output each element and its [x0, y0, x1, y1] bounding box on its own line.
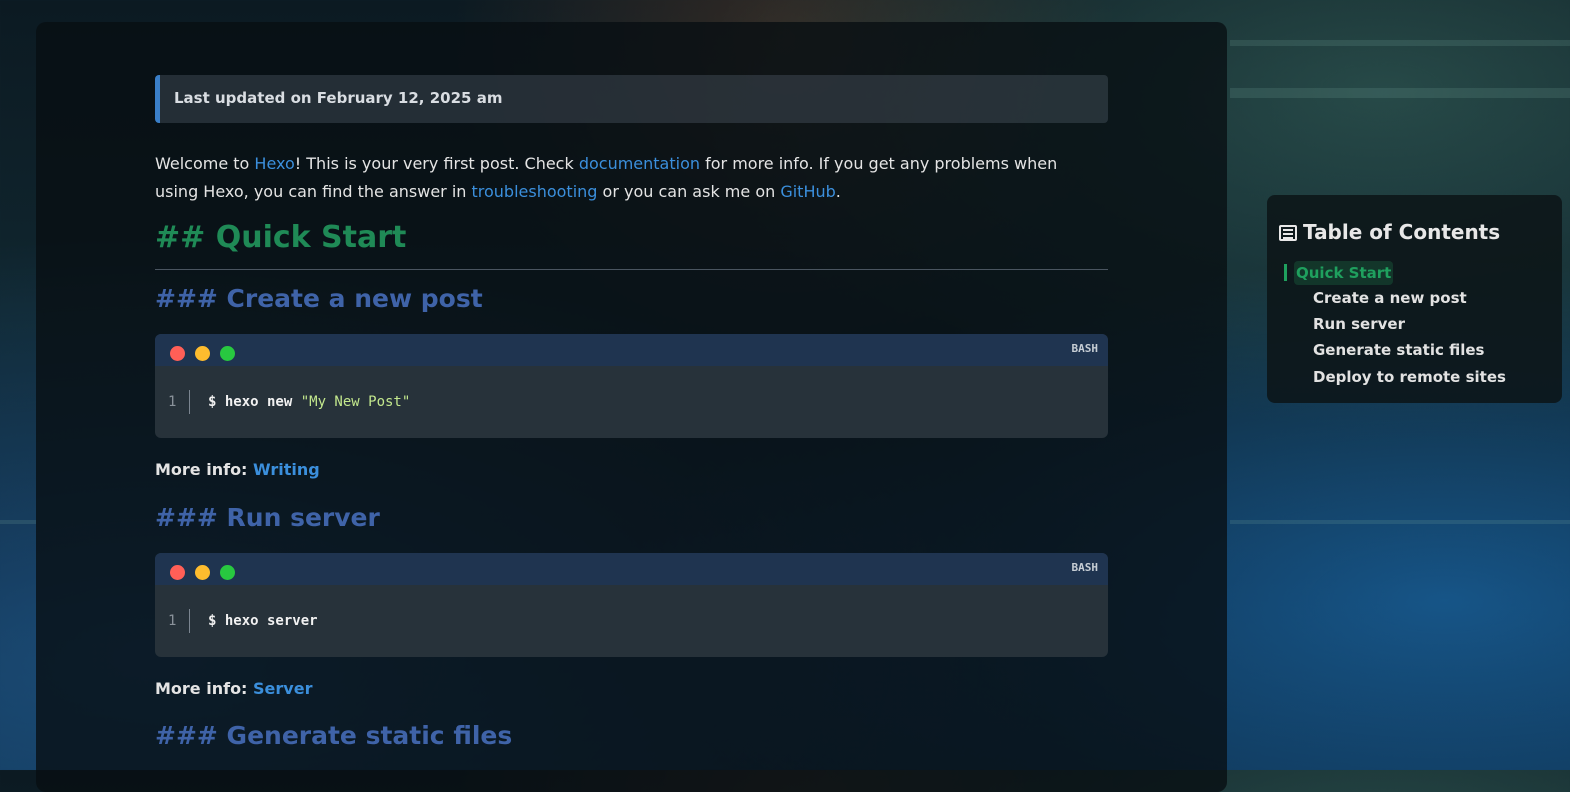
- expand-dot-icon[interactable]: [220, 346, 235, 361]
- minimize-dot-icon: [195, 565, 210, 580]
- heading-divider: [155, 269, 1108, 270]
- close-dot-icon: [170, 346, 185, 361]
- writing-link[interactable]: Writing: [253, 460, 320, 479]
- table-of-contents: Table of Contents Quick Start Create a n…: [1267, 195, 1562, 403]
- toc-item-deploy[interactable]: Deploy to remote sites: [1313, 368, 1506, 386]
- toc-item-run-server[interactable]: Run server: [1313, 315, 1405, 333]
- hexo-link[interactable]: Hexo: [254, 154, 294, 173]
- troubleshooting-link[interactable]: troubleshooting: [472, 182, 598, 201]
- minimize-dot-icon: [195, 346, 210, 361]
- heading-quick-start: ## Quick Start: [155, 220, 407, 255]
- line-number: 1: [168, 394, 177, 410]
- github-link[interactable]: GitHub: [780, 182, 835, 201]
- heading-generate-static-files: ### Generate static files: [155, 721, 513, 750]
- code-block-header: BASH: [155, 334, 1108, 366]
- command-text: $ hexo new: [208, 394, 301, 410]
- documentation-link[interactable]: documentation: [579, 154, 700, 173]
- more-info-label: More info:: [155, 679, 254, 698]
- line-number: 1: [168, 613, 177, 629]
- server-link[interactable]: Server: [253, 679, 312, 698]
- background-railing: [1230, 520, 1570, 524]
- more-info-label: More info:: [155, 460, 254, 479]
- toc-title: Table of Contents: [1279, 220, 1500, 244]
- background-beam: [1230, 88, 1570, 98]
- code-block-header: BASH: [155, 553, 1108, 585]
- toc-title-text: Table of Contents: [1303, 220, 1501, 244]
- toc-item-create-post[interactable]: Create a new post: [1313, 289, 1467, 307]
- list-icon: [1279, 225, 1297, 241]
- code-command: $ hexo server: [208, 613, 318, 629]
- code-line: 1 $ hexo new "My New Post": [155, 390, 1108, 414]
- more-info: More info: Server: [155, 679, 312, 698]
- toc-item-quick-start[interactable]: Quick Start: [1294, 261, 1394, 285]
- intro-paragraph: Welcome to Hexo! This is your very first…: [155, 150, 1105, 206]
- last-updated-note: Last updated on February 12, 2025 am: [155, 75, 1108, 123]
- heading-run-server: ### Run server: [155, 503, 380, 532]
- line-gutter: [189, 609, 190, 633]
- code-block: BASH 1 $ hexo server: [155, 553, 1108, 657]
- background-beam: [1230, 40, 1570, 46]
- code-language-label: BASH: [1071, 342, 1099, 355]
- code-line: 1 $ hexo server: [155, 609, 1108, 633]
- toc-active-indicator: [1284, 264, 1287, 281]
- intro-text: Welcome to: [155, 154, 255, 173]
- toc-item-generate-static-files[interactable]: Generate static files: [1313, 341, 1484, 359]
- expand-dot-icon[interactable]: [220, 565, 235, 580]
- command-string: "My New Post": [300, 394, 411, 410]
- heading-create-post: ### Create a new post: [155, 284, 483, 313]
- code-language-label: BASH: [1071, 561, 1099, 574]
- more-info: More info: Writing: [155, 460, 320, 479]
- intro-text: or you can ask me on: [597, 182, 781, 201]
- close-dot-icon: [170, 565, 185, 580]
- line-gutter: [189, 390, 190, 414]
- background-railing: [0, 520, 36, 524]
- code-block: BASH 1 $ hexo new "My New Post": [155, 334, 1108, 438]
- intro-text: .: [835, 182, 841, 201]
- code-command: $ hexo new "My New Post": [208, 390, 410, 414]
- intro-text: ! This is your very first post. Check: [294, 154, 579, 173]
